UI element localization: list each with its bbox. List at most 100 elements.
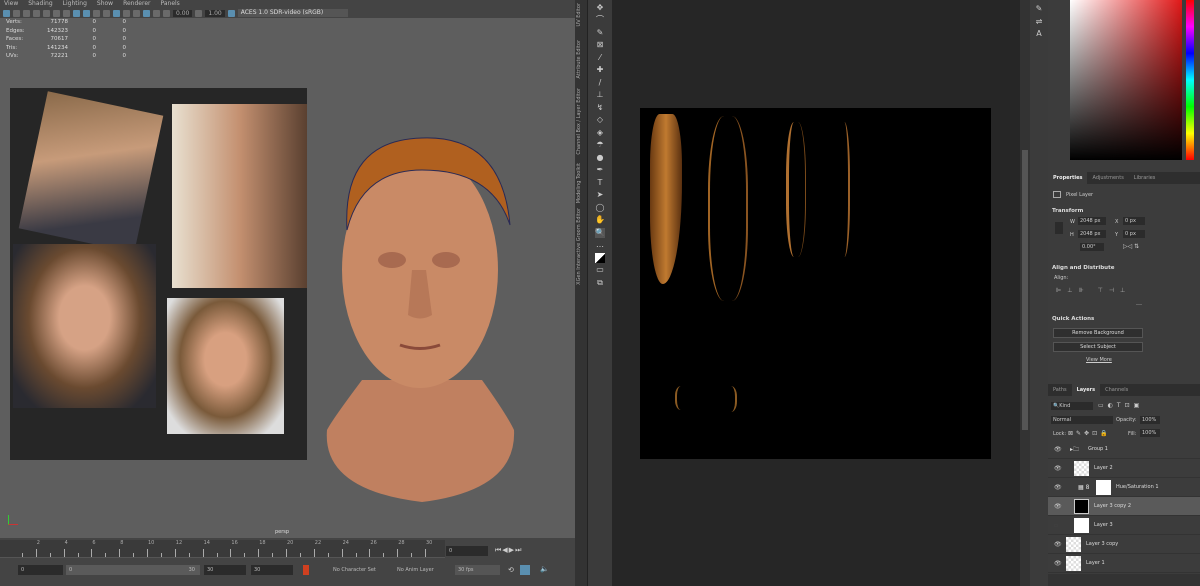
glyph-panel-icon[interactable]: A [1034, 29, 1044, 39]
more-options-icon[interactable]: … [1136, 300, 1142, 307]
colorspace-select[interactable]: ACES 1.0 SDR-video (sRGB) [237, 9, 348, 17]
3d-viewport[interactable]: Verts: 71778 0 0 Edges: 142323 0 0 Faces: 70617… [0, 18, 575, 538]
menu-show[interactable]: Show [97, 0, 113, 8]
character-set-select[interactable]: No Character Set [330, 565, 382, 575]
lock-icons[interactable]: ⊠✎✥⊡🔒 [1068, 430, 1111, 437]
image-plane-icon[interactable] [33, 9, 40, 17]
visibility-icon[interactable]: 👁 [1054, 503, 1062, 510]
width-field[interactable]: 2048 px [1078, 217, 1106, 225]
screen-mode-icon[interactable]: ⧉ [595, 278, 605, 288]
menu-lighting[interactable]: Lighting [63, 0, 87, 8]
animation-end-field[interactable]: 30 [251, 565, 293, 575]
playback-end-field[interactable]: 30 [204, 565, 246, 575]
layer-row[interactable]: 👁 Layer 1 [1048, 554, 1200, 573]
select-camera-icon[interactable] [3, 9, 10, 17]
bookmark-icon[interactable] [23, 9, 30, 17]
pen-tool-icon[interactable]: ✒ [595, 165, 605, 175]
angle-field[interactable]: 0.00° [1080, 243, 1104, 251]
tab-adjustments[interactable]: Adjustments [1087, 172, 1128, 184]
resolution-gate-icon[interactable] [63, 9, 70, 17]
start-frame-field[interactable]: 0 [18, 565, 63, 575]
time-slider[interactable]: 2 4 6 8 10 12 14 16 18 20 22 24 26 28 30 0 ⏮◀▶⏭ 0 0 30 … [0, 538, 575, 586]
layer-row[interactable]: 👁 Layer 3 copy [1048, 535, 1200, 554]
loop-icon[interactable]: ⟲ [508, 566, 514, 574]
filter-type-icons[interactable]: ▭◐T⊡▣ [1098, 402, 1143, 409]
grid-icon[interactable] [43, 9, 50, 17]
color-management-icon[interactable] [227, 9, 235, 17]
menu-renderer[interactable]: Renderer [123, 0, 150, 8]
type-tool-icon[interactable]: T [595, 178, 605, 188]
lasso-tool-icon[interactable]: ⌒ [595, 15, 605, 25]
align-header[interactable]: Align and Distribute [1052, 265, 1114, 271]
eyedropper-icon[interactable]: ⁄ [595, 53, 605, 63]
auto-key-icon[interactable] [303, 565, 309, 575]
brush-tool-icon[interactable]: / [595, 78, 605, 88]
opacity-field[interactable]: 100% [1140, 416, 1160, 424]
hue-slider[interactable] [1186, 0, 1194, 160]
canvas-scrollbar[interactable] [1020, 0, 1030, 586]
frame-tool-icon[interactable]: ⊠ [595, 40, 605, 50]
xray-joints-icon[interactable] [153, 9, 160, 17]
tab-uv-editor[interactable]: UV Editor [576, 3, 582, 26]
visibility-icon[interactable]: 👁 [1054, 560, 1062, 567]
quick-actions-header[interactable]: Quick Actions [1052, 316, 1094, 322]
tab-channels[interactable]: Channels [1100, 384, 1133, 396]
lock-camera-icon[interactable] [13, 9, 20, 17]
visibility-off-icon[interactable]: ▫ [1054, 522, 1058, 529]
remove-background-button[interactable]: Remove Background [1053, 328, 1143, 338]
tab-paths[interactable]: Paths [1048, 384, 1072, 396]
range-slider[interactable]: 0 30 [66, 565, 200, 575]
layer-row[interactable]: 👁 ▸🗀 Group 1 [1048, 440, 1200, 459]
wireframe-icon[interactable] [73, 9, 80, 17]
tab-properties[interactable]: Properties [1048, 172, 1088, 184]
playback-controls[interactable]: ⏮◀▶⏭ [495, 546, 522, 555]
x-field[interactable]: 0 px [1123, 217, 1145, 225]
visibility-icon[interactable]: 👁 [1054, 446, 1062, 453]
tab-libraries[interactable]: Libraries [1129, 172, 1161, 184]
color-picker-field[interactable] [1070, 0, 1182, 160]
flip-icons[interactable]: ▷◁ ⇅ [1123, 243, 1139, 250]
hand-tool-icon[interactable]: ✋ [595, 215, 605, 225]
quick-select-icon[interactable]: ✎ [595, 28, 605, 38]
film-gate-icon[interactable] [53, 9, 60, 17]
tab-channel-box[interactable]: Channel Box / Layer Editor [576, 88, 582, 155]
visibility-icon[interactable]: 👁 [1054, 484, 1062, 491]
smooth-shade-icon[interactable] [83, 9, 90, 17]
zoom-tool-icon[interactable]: 🔍 [595, 227, 605, 238]
layer-row-selected[interactable]: 👁 Layer 3 copy 2 [1048, 497, 1200, 516]
brush-panel-icon[interactable]: ✎ [1034, 4, 1044, 14]
move-tool-icon[interactable]: ✥ [595, 3, 605, 13]
align-buttons[interactable]: ⊫⊥⊪ ⊤⊣⊥ [1056, 287, 1131, 294]
dodge-icon[interactable]: ● [595, 153, 605, 163]
hair-texture-canvas[interactable] [640, 108, 991, 459]
visibility-icon[interactable]: 👁 [1054, 541, 1062, 548]
menu-shading[interactable]: Shading [28, 0, 52, 8]
current-frame-field[interactable]: 0 [446, 546, 488, 556]
textured-icon[interactable] [93, 9, 100, 17]
gamma-field[interactable]: 1.00 [205, 9, 225, 17]
layer-row[interactable]: 👁 Layer 2 [1048, 459, 1200, 478]
stamp-tool-icon[interactable]: ⊥ [595, 90, 605, 100]
fps-select[interactable]: 30 fps [455, 565, 500, 575]
tab-layers[interactable]: Layers [1071, 384, 1101, 396]
smudge-icon[interactable]: ☂ [595, 140, 605, 150]
time-ruler[interactable]: 2 4 6 8 10 12 14 16 18 20 22 24 26 28 30 [0, 540, 445, 558]
eraser-icon[interactable]: ◇ [595, 115, 605, 125]
menu-view[interactable]: View [4, 0, 18, 8]
ao-icon[interactable] [123, 9, 130, 17]
ellipse-tool-icon[interactable]: ◯ [595, 203, 605, 213]
more-tools-icon[interactable]: … [595, 240, 605, 250]
cache-playback-icon[interactable] [520, 565, 530, 575]
sound-icon[interactable]: 🔈 [540, 565, 549, 573]
quick-mask-icon[interactable]: ▭ [595, 265, 605, 275]
tab-attribute-editor[interactable]: Attribute Editor [576, 40, 582, 78]
isolate-icon[interactable] [133, 9, 140, 17]
y-field[interactable]: 0 px [1123, 230, 1145, 238]
tab-modeling-toolkit[interactable]: Modeling Toolkit [576, 163, 582, 203]
layer-row[interactable]: ▫ Layer 3 [1048, 516, 1200, 535]
color-swatches-icon[interactable] [595, 252, 605, 263]
adjust-panel-icon[interactable]: ⇌ [1034, 17, 1044, 27]
select-subject-button[interactable]: Select Subject [1053, 342, 1143, 352]
blend-mode-select[interactable]: Normal [1051, 416, 1113, 424]
link-dimensions-icon[interactable] [1055, 222, 1063, 234]
